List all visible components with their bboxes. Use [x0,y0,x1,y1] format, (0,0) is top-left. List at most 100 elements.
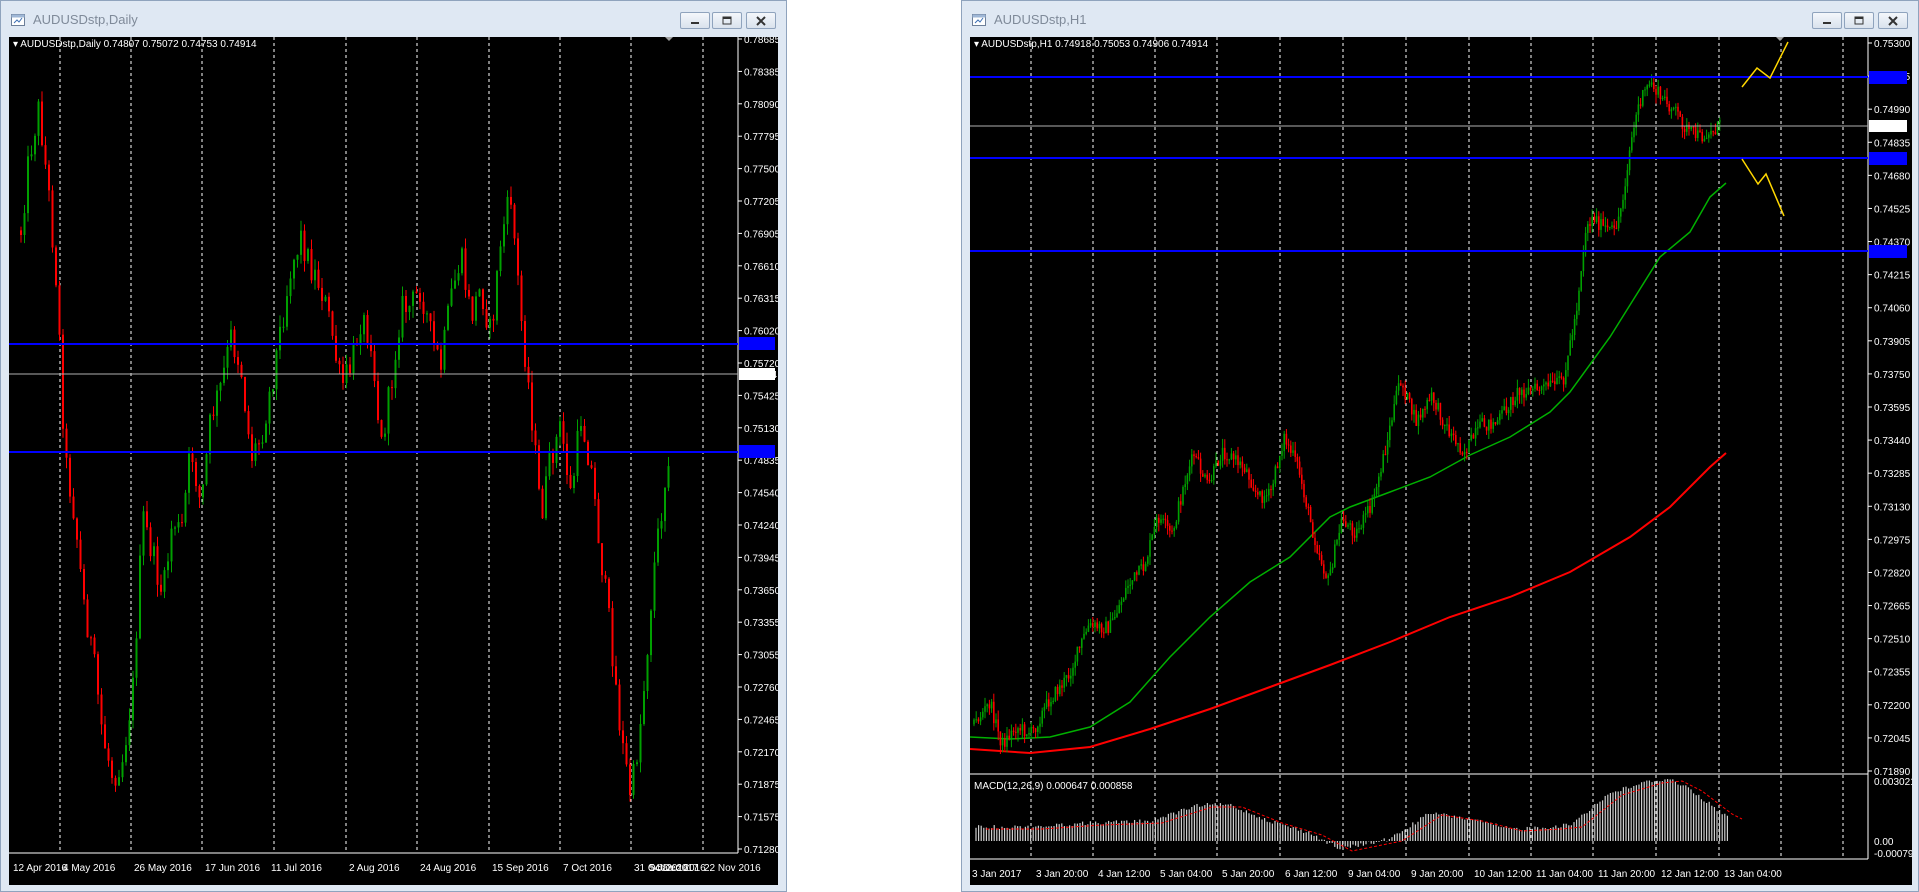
macd-indicator-label: MACD(12,26,9) 0.000647 0.000858 [974,781,1133,792]
price-axis-label: 0.75300 [1874,39,1911,50]
candle [1173,528,1175,531]
support-line-tag [1869,152,1907,165]
window-titlebar[interactable]: AUDUSDstp,Daily [1,1,786,37]
price-axis-label: 0.72045 [1874,734,1911,745]
candle [618,684,621,731]
candle [1303,483,1305,498]
candle [1301,474,1303,484]
candle [247,411,250,435]
price-axis-label: 0.73055 [744,651,778,662]
candle [982,711,984,718]
candle [100,694,103,725]
time-axis-label: 4 May 2016 [63,863,116,874]
candle [1320,554,1323,565]
candle [636,762,638,765]
candle [1657,86,1659,95]
candle [1494,422,1497,425]
candle [1083,633,1085,639]
candle [1307,506,1310,508]
candle [380,420,383,437]
candle [1499,413,1501,421]
minimize-button[interactable] [1812,12,1842,29]
candle [349,364,351,374]
close-button[interactable] [1878,12,1908,29]
candle [1147,556,1149,564]
price-axis-label: 0.73650 [744,586,778,597]
candle [20,230,22,235]
candle [1078,646,1081,648]
candle [1672,107,1675,110]
chart-header-text: AUDUSDstp,H1 0.74918 0.75053 0.74906 0.7… [981,39,1209,50]
candle [1655,89,1657,95]
candle [1151,534,1153,541]
candle [1578,290,1580,311]
candle [1043,706,1046,711]
candle [1142,564,1145,571]
candle [629,764,631,795]
candle [1470,434,1472,441]
candle [1424,408,1426,410]
candle [1250,479,1252,488]
candle [1219,460,1222,466]
minimize-button[interactable] [680,12,710,29]
daily-chart-area[interactable]: 0.78685 0.78385 0.78090 0.77795 0.77500 0.772… [9,37,778,885]
candle [1015,731,1017,733]
candle [1087,625,1090,632]
candle [1338,532,1340,540]
candle [1318,553,1321,555]
candle [1230,453,1233,460]
candle [1435,402,1437,410]
candle [1441,419,1444,426]
candle [1716,122,1719,135]
candle [1624,186,1626,200]
candle [1336,539,1338,545]
candle [496,271,498,321]
restore-button[interactable] [1844,12,1874,29]
candle [1094,622,1096,628]
minimize-icon [1823,22,1831,24]
close-button[interactable] [746,12,776,29]
candle [984,706,986,712]
candle [237,357,239,365]
candle [1582,252,1585,272]
candle [1664,96,1666,98]
candle [1523,389,1525,398]
candle [198,486,201,498]
candle [1292,450,1294,453]
candle [1316,545,1318,554]
candle [132,677,134,721]
candle [650,610,652,656]
candle [1565,370,1567,385]
candle [513,204,516,239]
candle [1408,393,1411,399]
candle [1298,461,1301,475]
h1-chart-canvas[interactable]: 0.753000.751450.749900.748350.746800.745… [970,37,1912,885]
h1-chart-area[interactable]: 0.753000.751450.749900.748350.746800.745… [970,37,1912,885]
candle [1378,476,1380,488]
window-titlebar[interactable]: AUDUSDstp,H1 [962,1,1918,37]
restore-button[interactable] [712,12,742,29]
candle [1345,521,1347,527]
candle [601,543,603,576]
candle [1325,573,1327,578]
price-axis-label: 0.71875 [744,780,778,791]
candle [216,390,218,416]
candle [1270,489,1272,491]
candle [461,248,463,274]
candle [1096,622,1098,629]
candle [1712,130,1714,133]
daily-chart-canvas[interactable]: 0.78685 0.78385 0.78090 0.77795 0.77500 0.772… [9,37,778,885]
candle [1386,440,1389,455]
candle [1063,677,1065,688]
candle [321,287,323,301]
candle [1081,638,1083,648]
candle [1169,525,1171,531]
candle [1380,471,1382,477]
candle [1554,381,1556,385]
time-axis-label: 12 Apr 2016 [13,863,67,874]
candle [454,280,456,289]
candle [1474,428,1477,439]
candle [594,467,596,500]
candle [1351,523,1354,536]
candle [1206,474,1208,480]
